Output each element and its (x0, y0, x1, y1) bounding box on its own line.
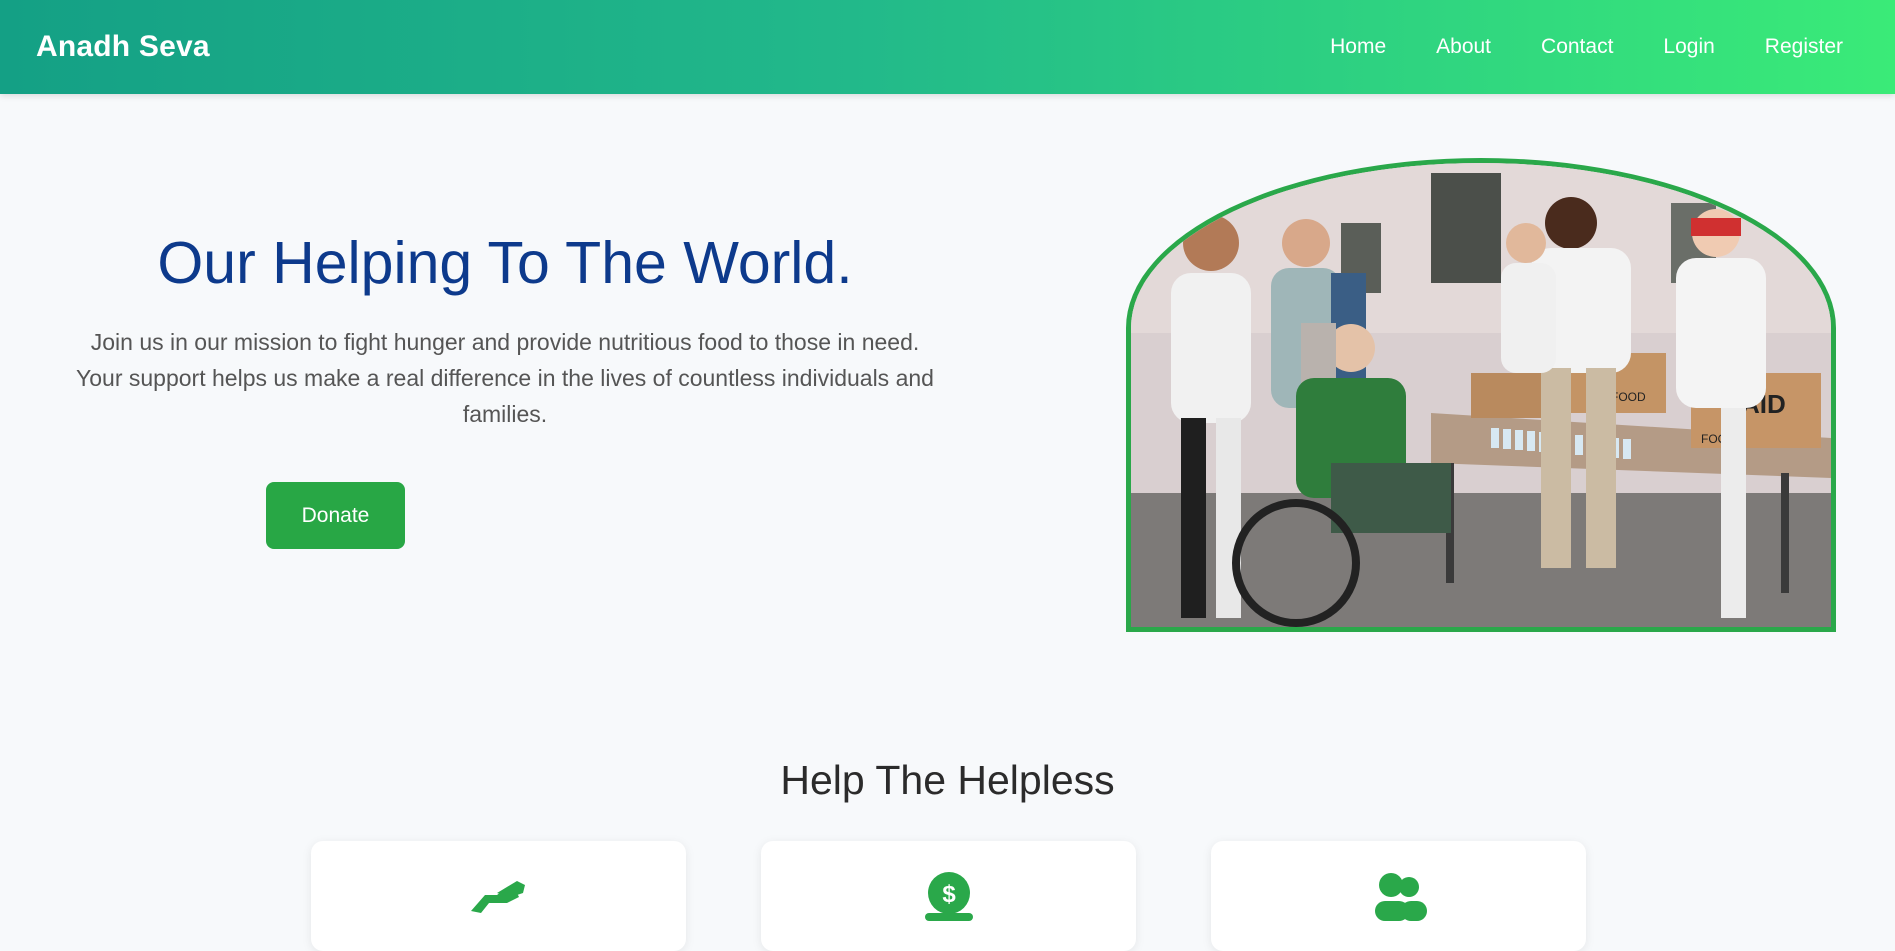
hero-volunteers-image: FOOD FOOD AID (1126, 158, 1836, 632)
users-icon (1374, 873, 1427, 921)
donate-button[interactable]: Donate (266, 482, 405, 549)
box-label-food-1: FOOD (1611, 390, 1646, 404)
top-navbar: Anadh Seva Home About Contact Login Regi… (0, 0, 1895, 94)
nav-login-link[interactable]: Login (1663, 35, 1714, 59)
help-card-2[interactable]: $ (761, 841, 1136, 951)
hero-title: Our Helping To The World. (157, 230, 853, 296)
volunteers-photo-illustration: FOOD FOOD AID (1131, 163, 1831, 627)
hero-text-block: Our Helping To The World. Join us in our… (50, 230, 960, 432)
nav-register-link[interactable]: Register (1765, 35, 1843, 59)
help-card-1[interactable] (311, 841, 686, 951)
nav-home-link[interactable]: Home (1330, 35, 1386, 59)
nav-contact-link[interactable]: Contact (1541, 35, 1613, 59)
nav-about-link[interactable]: About (1436, 35, 1491, 59)
main-nav: Home About Contact Login Register (1280, 35, 1843, 59)
hero-description: Join us in our mission to fight hunger a… (76, 328, 934, 427)
hand-holding-heart-icon (470, 881, 525, 913)
brand-logo[interactable]: Anadh Seva (36, 30, 210, 64)
donate-coin-icon: $ (924, 872, 973, 921)
help-card-3[interactable] (1211, 841, 1586, 951)
help-section-title: Help The Helpless (780, 757, 1115, 803)
svg-text:$: $ (942, 881, 956, 908)
